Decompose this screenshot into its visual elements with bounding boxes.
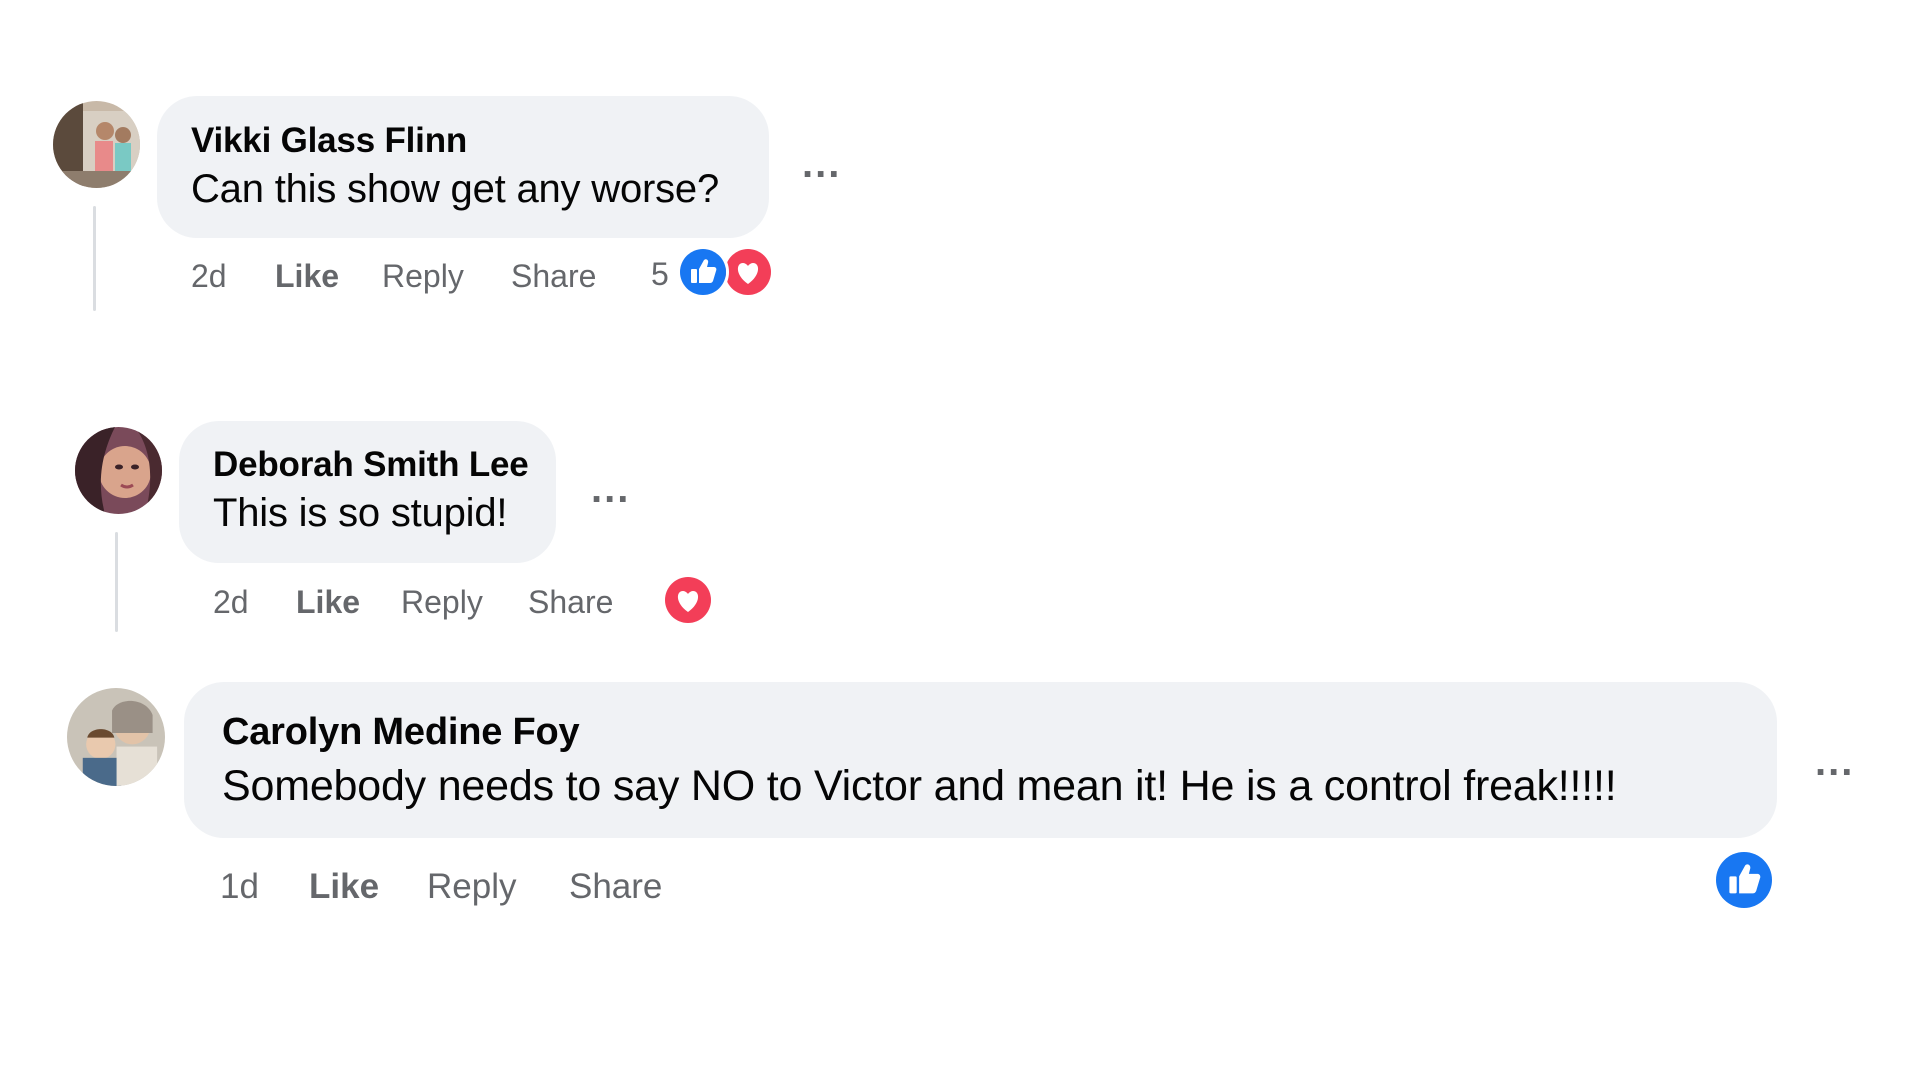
profile-photo-icon <box>67 688 165 786</box>
reply-button[interactable]: Reply <box>427 867 516 907</box>
more-options-icon[interactable]: ... <box>1815 742 1854 782</box>
like-icon[interactable] <box>1713 849 1775 911</box>
like-button[interactable]: Like <box>309 867 379 907</box>
timestamp[interactable]: 1d <box>220 867 259 907</box>
comment-bubble <box>184 682 1777 838</box>
share-button[interactable]: Share <box>569 867 662 907</box>
comments-section: Vikki Glass Flinn Can this show get any … <box>0 0 1920 1080</box>
like-icon[interactable] <box>677 246 729 298</box>
love-icon[interactable] <box>722 246 774 298</box>
comment-text: Somebody needs to say NO to Victor and m… <box>222 762 1617 810</box>
author-name[interactable]: Carolyn Medine Foy <box>222 711 580 754</box>
avatar[interactable] <box>67 688 165 786</box>
comment: Carolyn Medine Foy Somebody needs to say… <box>0 0 1920 1080</box>
